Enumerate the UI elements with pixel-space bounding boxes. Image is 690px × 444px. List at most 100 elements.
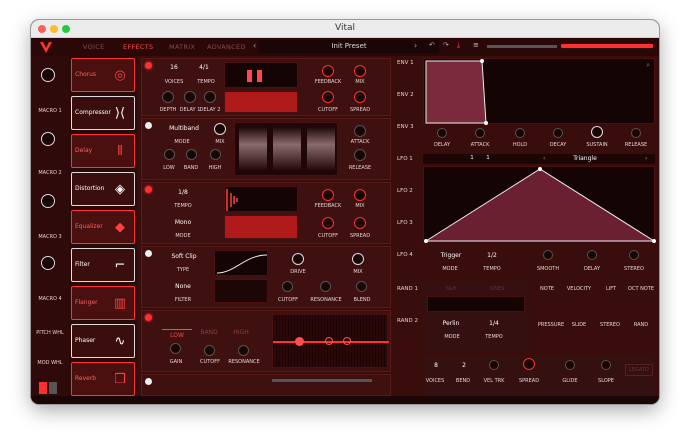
redo-icon[interactable]: ↷ [443, 41, 449, 49]
distortion-drive-knob[interactable] [292, 253, 304, 265]
lfo-3-label[interactable]: LFO 3 [397, 220, 413, 226]
compressor-band-knob[interactable] [186, 149, 197, 160]
distortion-cutoff-knob[interactable] [282, 281, 293, 292]
chorus-spread-knob[interactable] [354, 91, 366, 103]
eq-band-handle[interactable] [325, 337, 333, 345]
tab-voice[interactable]: VOICE [83, 43, 105, 51]
env-release-knob[interactable] [631, 128, 641, 138]
delay-feedback-knob[interactable] [322, 189, 334, 201]
env-attack-knob[interactable] [475, 128, 485, 138]
macro-1-knob[interactable] [41, 68, 55, 82]
env-1-label[interactable]: ENV 1 [397, 60, 414, 66]
rand-2-label[interactable]: RAND 2 [397, 318, 418, 324]
chorus-power-button[interactable] [145, 62, 152, 69]
preset-name[interactable]: Init Preset [259, 40, 439, 53]
compressor-low-knob[interactable] [164, 149, 175, 160]
tab-effects[interactable]: EFFECTS [123, 43, 153, 51]
env-2-label[interactable]: ENV 2 [397, 92, 414, 98]
fx-compressor[interactable]: Compressor ⟩⟨ [71, 96, 135, 130]
mod-velocity[interactable]: VELOCITY [561, 286, 597, 292]
fx-distortion[interactable]: Distortion ◈ [71, 172, 135, 206]
mod-wheel[interactable] [49, 382, 57, 394]
lfo-smooth-knob[interactable] [543, 250, 553, 260]
glide-knob[interactable] [565, 360, 575, 370]
rand-type-value[interactable]: Perlin [431, 320, 471, 327]
delay-mode-value[interactable]: Mono [168, 219, 198, 226]
chorus-depth-knob[interactable] [162, 91, 174, 103]
compressor-mode-value[interactable]: Multiband [158, 125, 210, 132]
prev-preset-icon[interactable]: ‹ [253, 41, 256, 50]
lfo-grid-y[interactable]: 1 [483, 155, 493, 161]
mod-stereo[interactable]: STEREO [595, 322, 625, 328]
compressor-attack-knob[interactable] [354, 125, 366, 137]
env-sustain-knob[interactable] [591, 126, 603, 138]
macro-3-knob[interactable] [41, 194, 55, 208]
rand-1-label[interactable]: RAND 1 [397, 286, 418, 292]
lfo-mode-value[interactable]: Trigger [429, 252, 473, 259]
lfo-next-shape-icon[interactable]: › [645, 155, 647, 162]
lfo-2-label[interactable]: LFO 2 [397, 188, 413, 194]
chorus-feedback-knob[interactable] [322, 65, 334, 77]
zoom-icon[interactable]: ⌕ [646, 61, 650, 70]
macro-4-knob[interactable] [41, 256, 55, 270]
keyboard-strip[interactable] [31, 396, 659, 404]
lfo-stereo-knob[interactable] [629, 250, 639, 260]
env-delay-knob[interactable] [437, 128, 447, 138]
volume-slider[interactable] [561, 44, 653, 48]
vel-trk-knob[interactable] [489, 360, 499, 370]
pitch-wheel[interactable] [39, 382, 47, 394]
distortion-resonance-knob[interactable] [320, 281, 331, 292]
distortion-type-value[interactable]: Soft Clip [162, 253, 206, 260]
distortion-blend-knob[interactable] [356, 281, 367, 292]
spread-knob[interactable] [523, 358, 535, 370]
tab-advanced[interactable]: ADVANCED [207, 43, 246, 51]
fx-delay[interactable]: Delay ⦀ [71, 134, 135, 168]
lfo-grid-x[interactable]: 1 [467, 155, 477, 161]
rand-tempo-value[interactable]: 1/4 [479, 320, 509, 327]
filter-power-button[interactable] [145, 378, 152, 385]
lfo-delay-knob[interactable] [587, 250, 597, 260]
mod-oct-note[interactable]: OCT NOTE [625, 286, 657, 292]
fx-reverb[interactable]: Reverb ❒ [71, 362, 135, 396]
lfo-shape-name[interactable]: Triangle [555, 155, 615, 162]
delay-power-button[interactable] [145, 186, 152, 193]
eq-high-handle[interactable] [343, 337, 351, 345]
eq-tab-band[interactable]: BAND [194, 329, 224, 336]
fx-phaser[interactable]: Phaser ∿ [71, 324, 135, 358]
delay-cutoff-knob[interactable] [322, 217, 334, 229]
lfo-1-label[interactable]: LFO 1 [397, 156, 413, 162]
lfo-prev-shape-icon[interactable]: ‹ [543, 155, 545, 162]
mod-rand[interactable]: RAND [627, 322, 655, 328]
delay-spread-knob[interactable] [354, 217, 366, 229]
compressor-power-button[interactable] [145, 122, 152, 129]
eq-resonance-knob[interactable] [238, 345, 249, 356]
next-preset-icon[interactable]: › [414, 41, 417, 50]
lfo-4-label[interactable]: LFO 4 [397, 252, 413, 258]
mod-pressure[interactable]: PRESSURE [533, 322, 569, 328]
chorus-cutoff-knob[interactable] [322, 91, 334, 103]
eq-gain-knob[interactable] [170, 343, 181, 354]
legato-button[interactable]: LEGATO [625, 364, 653, 376]
chorus-delay1-knob[interactable] [184, 91, 196, 103]
delay-tempo-value[interactable]: 1/8 [168, 189, 198, 196]
distortion-mix-knob[interactable] [352, 253, 364, 265]
env-3-label[interactable]: ENV 3 [397, 124, 414, 130]
mod-lift[interactable]: LIFT [597, 286, 625, 292]
undo-icon[interactable]: ↶ [429, 41, 435, 49]
fx-equalizer[interactable]: Equalizer ◆ [71, 210, 135, 244]
slope-knob[interactable] [601, 360, 611, 370]
tab-matrix[interactable]: MATRIX [169, 43, 195, 51]
macro-2-knob[interactable] [41, 132, 55, 146]
distortion-power-button[interactable] [145, 250, 152, 257]
chorus-voices-value[interactable]: 16 [164, 64, 184, 71]
delay-mix-knob[interactable] [354, 189, 366, 201]
eq-cutoff-knob[interactable] [204, 345, 215, 356]
rand-sh-button[interactable]: S&H [433, 286, 469, 292]
compressor-release-knob[interactable] [354, 149, 366, 161]
chorus-tempo-value[interactable]: 4/1 [194, 64, 214, 71]
envelope-display[interactable]: ⌕ [423, 58, 655, 125]
mod-slide[interactable]: SLIDE [565, 322, 593, 328]
env-hold-knob[interactable] [515, 128, 525, 138]
save-icon[interactable]: ⤓ [457, 41, 460, 50]
menu-icon[interactable]: ≡ [473, 41, 479, 49]
